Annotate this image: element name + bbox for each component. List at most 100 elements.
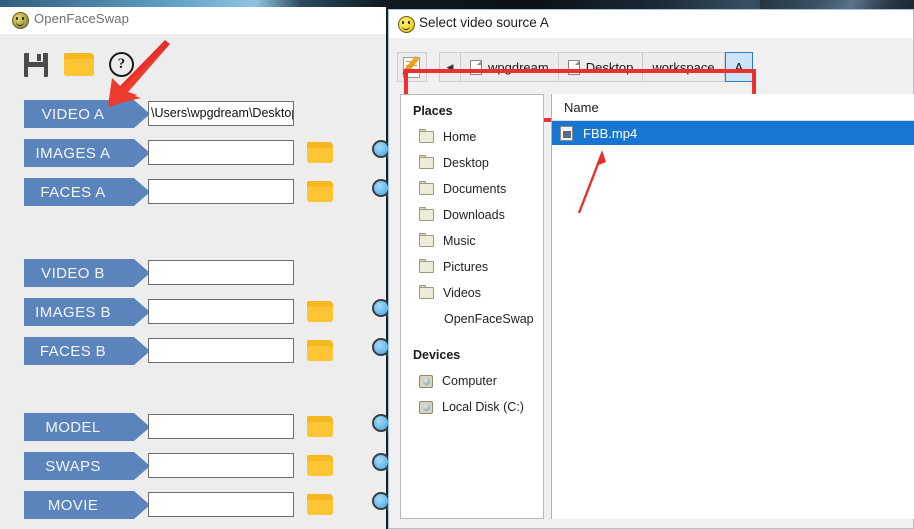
main-titlebar: OpenFaceSwap xyxy=(0,7,386,35)
faces-b-folder-icon[interactable] xyxy=(307,340,333,361)
breadcrumb-item-workspace[interactable]: workspace xyxy=(642,52,725,82)
movie-label: MOVIE xyxy=(47,496,99,514)
model-folder-icon[interactable] xyxy=(307,416,333,437)
row-swaps: SWAPS xyxy=(24,452,396,480)
row-faces-b: FACES B xyxy=(24,337,396,365)
sidebar-item-documents[interactable]: Documents xyxy=(401,176,543,202)
movie-input[interactable] xyxy=(148,492,294,517)
images-a-label: IMAGES A xyxy=(35,144,111,162)
folder-icon xyxy=(419,180,434,195)
folder-icon xyxy=(419,284,434,299)
sidebar-item-label: Music xyxy=(443,234,476,248)
document-icon xyxy=(470,59,482,75)
images-b-button[interactable]: IMAGES B xyxy=(24,298,150,326)
row-video-b: VIDEO B xyxy=(24,259,294,287)
file-name-label: FBB.mp4 xyxy=(583,125,638,141)
model-label: MODEL xyxy=(45,418,101,436)
images-a-folder-icon[interactable] xyxy=(307,142,333,163)
sidebar-item-videos[interactable]: Videos xyxy=(401,280,543,306)
openfaceswap-window: OpenFaceSwap ? VIDEO A \Users\wpgdream\D… xyxy=(0,7,396,529)
faces-a-input[interactable] xyxy=(148,179,294,204)
file-list-panel: Name FBB.mp4 xyxy=(551,94,914,519)
sidebar-item-local-disk-c[interactable]: Local Disk (C:) xyxy=(401,394,543,420)
sidebar-item-label: Desktop xyxy=(443,156,489,170)
breadcrumb-label: Desktop xyxy=(585,59,634,75)
video-b-input[interactable] xyxy=(148,260,294,285)
breadcrumb: ◀ wpgdream Desktop workspace A xyxy=(397,50,754,84)
save-icon[interactable] xyxy=(24,53,48,77)
folder-icon xyxy=(419,232,434,247)
sidebar-item-home[interactable]: Home xyxy=(401,124,543,150)
sidebar-item-label: Local Disk (C:) xyxy=(442,400,524,414)
row-faces-a: FACES A xyxy=(24,178,396,206)
sidebar-item-label: Home xyxy=(443,130,477,144)
faces-a-folder-icon[interactable] xyxy=(307,181,333,202)
smiley-icon xyxy=(12,12,29,29)
movie-folder-icon[interactable] xyxy=(307,494,333,515)
swaps-input[interactable] xyxy=(148,453,294,478)
breadcrumb-label: workspace xyxy=(652,59,715,75)
model-input[interactable] xyxy=(148,414,294,439)
sidebar-item-pictures[interactable]: Pictures xyxy=(401,254,543,280)
folder-icon xyxy=(419,258,434,273)
movie-button[interactable]: MOVIE xyxy=(24,491,150,519)
window-title: OpenFaceSwap xyxy=(34,11,130,26)
main-window-body: ? VIDEO A \Users\wpgdream\Desktop' IMAGE… xyxy=(0,34,396,529)
row-video-a: VIDEO A \Users\wpgdream\Desktop' xyxy=(24,100,294,128)
faces-b-input[interactable] xyxy=(148,338,294,363)
places-sidebar: Places Home Desktop Documents Downloads … xyxy=(400,94,544,519)
smiley-icon xyxy=(398,16,415,33)
sidebar-item-music[interactable]: Music xyxy=(401,228,543,254)
row-movie: MOVIE xyxy=(24,491,396,519)
model-button[interactable]: MODEL xyxy=(24,413,150,441)
select-video-source-dialog: Select video source A ◀ wpgdream Desktop… xyxy=(388,9,914,529)
breadcrumb-back-button[interactable]: ◀ xyxy=(439,52,461,82)
folder-icon xyxy=(419,206,434,221)
sidebar-item-downloads[interactable]: Downloads xyxy=(401,202,543,228)
video-a-input[interactable]: \Users\wpgdream\Desktop' xyxy=(148,101,294,126)
faces-b-label: FACES B xyxy=(39,342,107,360)
help-icon[interactable]: ? xyxy=(109,52,134,77)
video-b-button[interactable]: VIDEO B xyxy=(24,259,150,287)
video-b-label: VIDEO B xyxy=(41,264,105,282)
sidebar-item-label: OpenFaceSwap xyxy=(444,312,534,326)
sidebar-item-openfaceswap[interactable]: OpenFaceSwap xyxy=(401,306,543,332)
sidebar-item-computer[interactable]: Computer xyxy=(401,368,543,394)
dialog-titlebar: Select video source A xyxy=(389,10,913,38)
images-b-folder-icon[interactable] xyxy=(307,301,333,322)
breadcrumb-item-a[interactable]: A xyxy=(724,52,754,82)
breadcrumb-item-wpgdream[interactable]: wpgdream xyxy=(460,52,559,82)
swaps-label: SWAPS xyxy=(45,457,101,475)
images-b-input[interactable] xyxy=(148,299,294,324)
swaps-button[interactable]: SWAPS xyxy=(24,452,150,480)
dialog-title: Select video source A xyxy=(419,15,549,30)
swaps-folder-icon[interactable] xyxy=(307,455,333,476)
faces-a-button[interactable]: FACES A xyxy=(24,178,150,206)
images-a-button[interactable]: IMAGES A xyxy=(24,139,150,167)
edit-path-icon[interactable] xyxy=(397,52,427,82)
breadcrumb-label: wpgdream xyxy=(488,59,549,75)
folder-open-icon[interactable] xyxy=(64,53,94,76)
faces-a-label: FACES A xyxy=(40,183,106,201)
breadcrumb-label: A xyxy=(734,59,744,75)
images-a-input[interactable] xyxy=(148,140,294,165)
video-a-label: VIDEO A xyxy=(41,105,105,123)
sidebar-item-label: Computer xyxy=(442,374,497,388)
file-list-row-fbb[interactable]: FBB.mp4 xyxy=(552,121,914,145)
breadcrumb-item-desktop[interactable]: Desktop xyxy=(557,52,644,82)
document-icon xyxy=(567,59,580,75)
file-list-column-header: Name xyxy=(552,94,914,121)
row-images-b: IMAGES B xyxy=(24,298,396,326)
breadcrumb-group: ◀ wpgdream Desktop workspace A xyxy=(439,52,754,82)
sidebar-item-label: Downloads xyxy=(443,208,505,222)
row-images-a: IMAGES A xyxy=(24,139,396,167)
help-icon-glyph: ? xyxy=(117,56,126,72)
folder-icon xyxy=(419,154,434,169)
sidebar-item-desktop[interactable]: Desktop xyxy=(401,150,543,176)
row-model: MODEL xyxy=(24,413,396,441)
faces-b-button[interactable]: FACES B xyxy=(24,337,150,365)
images-b-label: IMAGES B xyxy=(35,303,111,321)
video-a-button[interactable]: VIDEO A xyxy=(24,100,150,128)
video-file-icon xyxy=(560,125,573,141)
sidebar-item-label: Pictures xyxy=(443,260,489,274)
